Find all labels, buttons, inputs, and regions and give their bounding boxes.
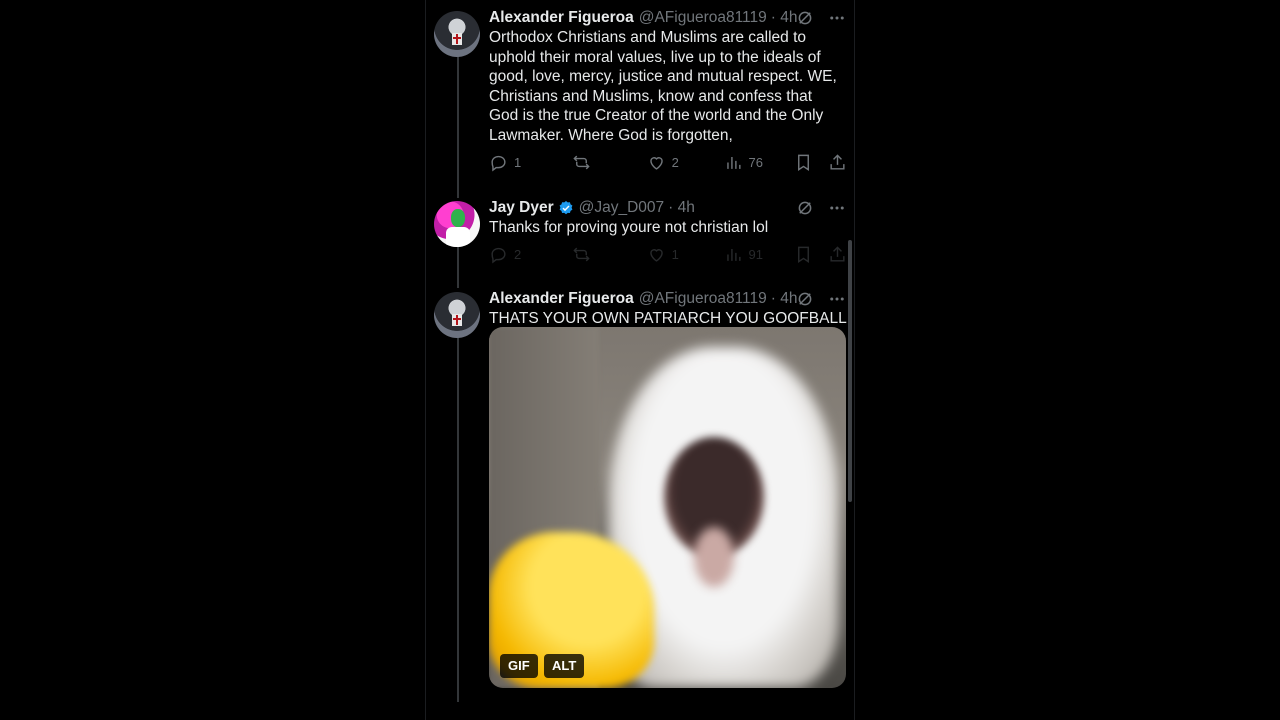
views-icon — [726, 156, 741, 169]
repost-icon — [573, 247, 590, 261]
views-count: 76 — [748, 154, 763, 170]
thread-line — [457, 244, 459, 288]
author-name[interactable]: Jay Dyer — [489, 199, 554, 217]
post-text: Orthodox Christians and Muslims are call… — [489, 29, 837, 144]
post-header: Alexander Figueroa @AFigueroa81119 · 4h — [489, 7, 798, 29]
bookmark-icon — [798, 246, 810, 263]
post-time[interactable]: · 4h — [771, 290, 798, 308]
reply-button[interactable]: 2 — [489, 245, 572, 264]
share-icon — [830, 153, 845, 170]
post-text: Thanks for proving youre not christian l… — [489, 219, 769, 236]
more-icon[interactable] — [828, 290, 846, 308]
scrollbar-thumb[interactable] — [848, 240, 852, 502]
post-actions: 2 1 91 — [489, 244, 847, 264]
more-icon[interactable] — [828, 9, 846, 27]
post-header: Jay Dyer @Jay_D007 · 4h — [489, 197, 695, 219]
author-name[interactable]: Alexander Figueroa — [489, 290, 634, 308]
reply-button[interactable]: 1 — [489, 153, 572, 172]
post-header-actions — [796, 197, 846, 219]
share-button[interactable] — [828, 245, 847, 264]
like-button[interactable]: 2 — [647, 153, 724, 172]
grok-icon[interactable] — [796, 199, 814, 217]
author-handle[interactable]: @AFigueroa81119 — [639, 290, 767, 308]
verified-badge-icon — [559, 201, 573, 215]
gif-badge[interactable]: GIF — [500, 654, 538, 678]
bookmark-button[interactable] — [794, 153, 828, 172]
like-icon — [649, 156, 663, 170]
views-button[interactable]: 91 — [724, 245, 795, 264]
post-header-actions — [796, 7, 846, 29]
avatar[interactable] — [434, 201, 480, 247]
repost-button[interactable] — [572, 153, 647, 172]
thread-line — [457, 336, 459, 702]
timeline-column: Alexander Figueroa @AFigueroa81119 · 4h … — [425, 0, 855, 720]
post-header: Alexander Figueroa @AFigueroa81119 · 4h — [489, 288, 798, 310]
like-icon — [649, 248, 663, 262]
repost-icon — [573, 155, 590, 169]
reply-icon — [491, 247, 506, 263]
views-icon — [726, 248, 741, 261]
views-button[interactable]: 76 — [724, 153, 795, 172]
reply-count: 2 — [514, 246, 522, 262]
post-actions: 1 2 76 — [489, 152, 847, 172]
post-text: THATS YOUR OWN PATRIARCH YOU GOOFBALL — [489, 310, 847, 327]
grok-icon[interactable] — [796, 290, 814, 308]
author-name[interactable]: Alexander Figueroa — [489, 9, 634, 27]
reply-count: 1 — [514, 154, 522, 170]
avatar[interactable] — [434, 11, 480, 57]
avatar[interactable] — [434, 292, 480, 338]
thread-line — [457, 56, 459, 198]
bookmark-button[interactable] — [794, 245, 828, 264]
author-handle[interactable]: @AFigueroa81119 — [639, 9, 767, 27]
post-time[interactable]: · 4h — [668, 199, 695, 217]
share-button[interactable] — [828, 153, 847, 172]
like-button[interactable]: 1 — [647, 245, 724, 264]
repost-button[interactable] — [572, 245, 647, 264]
share-icon — [830, 245, 845, 262]
gif-media[interactable]: GIF ALT — [489, 327, 846, 688]
views-count: 91 — [748, 246, 763, 262]
post-header-actions — [796, 288, 846, 310]
grok-icon[interactable] — [796, 9, 814, 27]
like-count: 2 — [671, 154, 679, 170]
bookmark-icon — [798, 154, 810, 171]
post-time[interactable]: · 4h — [771, 9, 798, 27]
like-count: 1 — [671, 246, 679, 262]
more-icon[interactable] — [828, 199, 846, 217]
author-handle[interactable]: @Jay_D007 — [579, 199, 665, 217]
reply-icon — [491, 155, 506, 171]
alt-badge[interactable]: ALT — [544, 654, 585, 678]
